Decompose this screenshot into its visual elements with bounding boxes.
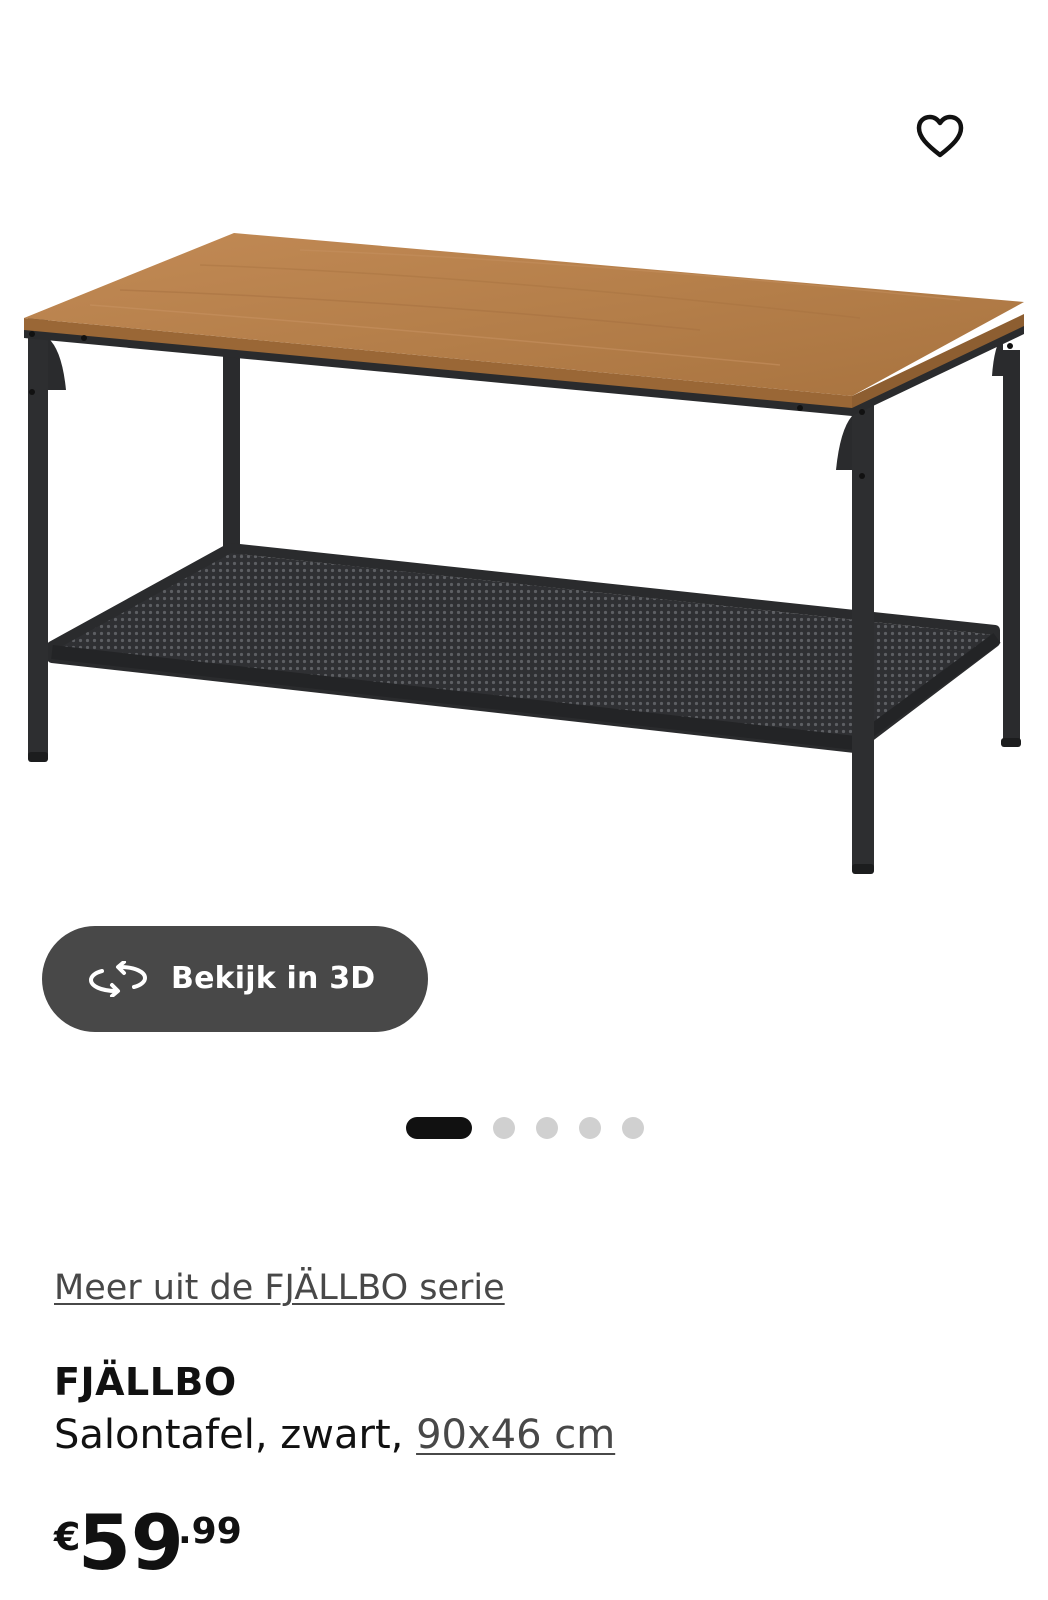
rotate-3d-icon bbox=[88, 961, 148, 997]
pagination-dot[interactable] bbox=[493, 1117, 515, 1139]
pagination-dot[interactable] bbox=[579, 1117, 601, 1139]
heart-outline-icon bbox=[916, 114, 964, 158]
product-gallery[interactable]: Bekijk in 3D bbox=[0, 0, 1048, 1139]
pagination-dot[interactable] bbox=[622, 1117, 644, 1139]
favorite-button[interactable] bbox=[912, 108, 968, 164]
series-link[interactable]: Meer uit de FJÄLLBO serie bbox=[54, 1268, 505, 1308]
pagination-dot-active[interactable] bbox=[406, 1117, 472, 1139]
size-link[interactable]: 90x46 cm bbox=[416, 1412, 615, 1458]
view-in-3d-button[interactable]: Bekijk in 3D bbox=[42, 926, 428, 1032]
product-name: FJÄLLBO bbox=[54, 1360, 237, 1404]
product-image bbox=[24, 233, 1024, 874]
price-currency: € bbox=[54, 1515, 81, 1559]
pagination-dot[interactable] bbox=[536, 1117, 558, 1139]
product-description-text: Salontafel, zwart, bbox=[54, 1412, 417, 1458]
price-decimal: .99 bbox=[178, 1511, 242, 1552]
product-description: Salontafel, zwart, 90x46 cm bbox=[54, 1412, 615, 1458]
view-in-3d-label: Bekijk in 3D bbox=[171, 961, 376, 996]
price-integer: 59 bbox=[78, 1498, 184, 1587]
